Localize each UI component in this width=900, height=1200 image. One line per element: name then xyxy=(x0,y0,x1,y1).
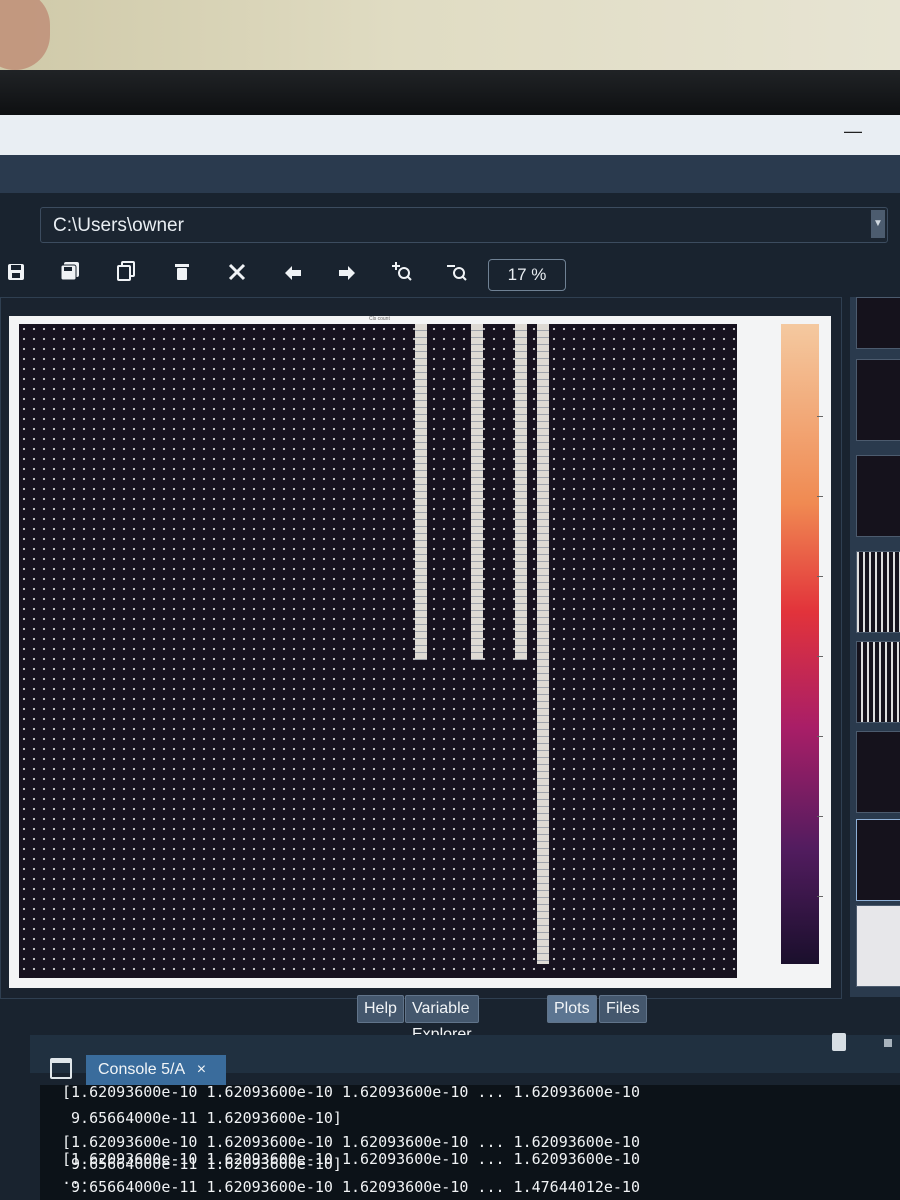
console-line: 9.65664000e-11 1.62093600e-10 1.62093600… xyxy=(62,1178,640,1196)
tab-files[interactable]: Files xyxy=(599,995,647,1023)
heatmap-stripe xyxy=(471,324,483,660)
plot-thumbnail[interactable] xyxy=(856,455,900,537)
plot-thumbnail[interactable] xyxy=(856,359,900,441)
copy-icon[interactable] xyxy=(112,261,140,289)
console-line: [1.62093600e-10 1.62093600e-10 1.6209360… xyxy=(62,1133,640,1151)
save-icon[interactable] xyxy=(2,261,30,289)
menu-band xyxy=(0,155,900,193)
console-line: [1.62093600e-10 1.62093600e-10 1.6209360… xyxy=(62,1150,640,1168)
plot-title: Cls count xyxy=(369,316,390,322)
zoom-level-display: 17 % xyxy=(488,259,566,291)
colorbar-tick xyxy=(817,736,823,737)
colorbar-tick xyxy=(817,576,823,577)
heatmap-stripe xyxy=(415,324,427,660)
minimize-button[interactable]: — xyxy=(844,121,862,141)
plot-canvas: Cls count xyxy=(9,316,831,988)
heatmap-stripe xyxy=(537,324,549,964)
options-icon[interactable] xyxy=(884,1039,892,1047)
ide-window: — C:\Users\owner ▼ 17 % Cls count Help V… xyxy=(0,115,900,1200)
plot-thumbnail[interactable] xyxy=(856,551,900,633)
previous-icon[interactable] xyxy=(279,261,307,289)
colorbar-tick xyxy=(817,416,823,417)
colorbar-tick xyxy=(817,496,823,497)
tab-variable-explorer[interactable]: Variable Explorer xyxy=(405,995,479,1043)
plot-thumbnail-selected[interactable] xyxy=(856,819,900,901)
tab-plots[interactable]: Plots xyxy=(547,995,597,1023)
console-line: 9.65664000e-11 1.62093600e-10] xyxy=(62,1109,342,1127)
next-icon[interactable] xyxy=(333,261,361,289)
colorbar-tick xyxy=(817,816,823,817)
close-icon[interactable]: × xyxy=(197,1061,206,1078)
remove-all-icon[interactable] xyxy=(223,261,251,289)
chevron-down-icon[interactable]: ▼ xyxy=(871,210,885,238)
plot-thumbnail[interactable] xyxy=(856,731,900,813)
working-directory-path: C:\Users\owner xyxy=(53,215,184,236)
monitor-bezel xyxy=(0,70,900,120)
heatmap-image xyxy=(19,324,737,978)
zoom-out-icon[interactable] xyxy=(443,261,471,289)
plot-thumbnail[interactable] xyxy=(856,905,900,987)
zoom-in-icon[interactable] xyxy=(388,261,416,289)
console-window-icon[interactable] xyxy=(50,1058,72,1079)
trash-icon[interactable] xyxy=(832,1033,846,1051)
tab-help[interactable]: Help xyxy=(357,995,404,1023)
working-directory-combobox[interactable]: C:\Users\owner ▼ xyxy=(40,207,888,243)
save-all-icon[interactable] xyxy=(56,261,84,289)
background-wall xyxy=(0,0,900,80)
colorbar-tick xyxy=(817,656,823,657)
plot-thumbnail[interactable] xyxy=(856,297,900,349)
plot-viewer: Cls count xyxy=(0,297,842,999)
title-bar: — xyxy=(0,115,900,155)
plot-thumbnails-panel xyxy=(850,297,900,997)
console-line: [1.62093600e-10 1.62093600e-10 1.6209360… xyxy=(62,1085,640,1101)
colorbar xyxy=(781,324,819,964)
colorbar-tick xyxy=(817,896,823,897)
plot-thumbnail[interactable] xyxy=(856,641,900,723)
heatmap-stripe xyxy=(515,324,527,660)
console-tab[interactable]: Console 5/A × xyxy=(86,1055,226,1085)
delete-icon[interactable] xyxy=(168,261,196,289)
plots-toolbar: 17 % xyxy=(0,257,900,295)
console-tab-label: Console 5/A xyxy=(98,1061,185,1078)
